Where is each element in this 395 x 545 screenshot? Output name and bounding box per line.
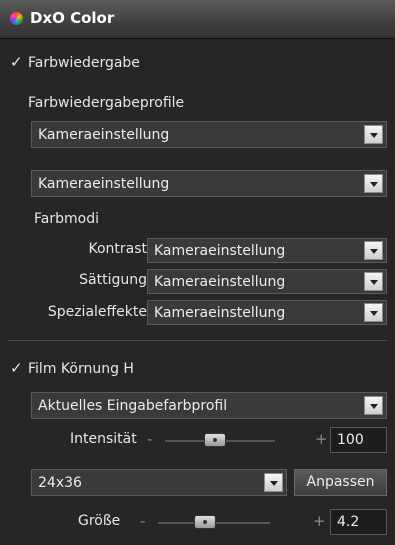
size-label: Größe [78, 513, 121, 529]
profile-select-1-value: Kameraeinstellung [38, 127, 170, 143]
panel-title: DxO Color [30, 9, 115, 27]
panel-header[interactable]: DxO Color [0, 0, 395, 39]
format-select-value: 24x36 [38, 475, 82, 491]
chevron-down-icon[interactable] [364, 303, 383, 322]
chevron-down-icon[interactable] [264, 473, 283, 492]
format-select[interactable]: 24x36 [31, 469, 287, 496]
intensity-value-field[interactable]: 100 [330, 427, 387, 453]
intensity-minus[interactable]: - [147, 430, 152, 448]
color-ball-icon [10, 12, 23, 25]
size-minus[interactable]: - [140, 512, 145, 530]
chevron-down-icon[interactable] [364, 174, 383, 193]
chevron-down-icon[interactable] [364, 396, 383, 415]
size-value-field[interactable]: 4.2 [330, 509, 387, 535]
size-plus[interactable]: + [313, 512, 326, 530]
intensity-slider-thumb[interactable] [203, 433, 226, 447]
special-effects-label: Spezialeffekte [47, 304, 147, 320]
profile-select-2-value: Kameraeinstellung [38, 176, 170, 192]
adjust-button[interactable]: Anpassen [294, 469, 387, 496]
profile-select-1[interactable]: Kameraeinstellung [31, 121, 387, 148]
chevron-down-icon[interactable] [364, 272, 383, 291]
saturation-label: Sättigung [79, 272, 147, 288]
contrast-select[interactable]: Kameraeinstellung [147, 238, 387, 263]
film-grain-checkbox-label[interactable]: Film Körnung H [28, 361, 134, 377]
intensity-label: Intensität [70, 431, 137, 447]
special-effects-select[interactable]: Kameraeinstellung [147, 300, 387, 325]
contrast-select-value: Kameraeinstellung [154, 243, 286, 259]
dxo-color-panel: DxO Color ✓ Farbwiedergabe Farbwiedergab… [0, 0, 395, 545]
modes-label: Farbmodi [34, 211, 99, 227]
grain-profile-select[interactable]: Aktuelles Eingabefarbprofil [31, 392, 387, 419]
color-rendering-checkbox-label[interactable]: Farbwiedergabe [28, 55, 140, 71]
special-effects-select-value: Kameraeinstellung [154, 305, 286, 321]
intensity-plus[interactable]: + [315, 430, 328, 448]
checkmark-icon[interactable]: ✓ [10, 361, 24, 376]
saturation-select-value: Kameraeinstellung [154, 274, 286, 290]
checkmark-icon[interactable]: ✓ [10, 55, 24, 70]
contrast-label: Kontrast [88, 241, 147, 257]
profile-select-2[interactable]: Kameraeinstellung [31, 170, 387, 197]
saturation-select[interactable]: Kameraeinstellung [147, 269, 387, 294]
chevron-down-icon[interactable] [364, 125, 383, 144]
size-slider-thumb[interactable] [194, 515, 217, 529]
chevron-down-icon[interactable] [364, 241, 383, 260]
grain-profile-select-value: Aktuelles Eingabefarbprofil [38, 398, 228, 414]
section-divider [8, 340, 387, 341]
profiles-label: Farbwiedergabeprofile [28, 95, 185, 111]
